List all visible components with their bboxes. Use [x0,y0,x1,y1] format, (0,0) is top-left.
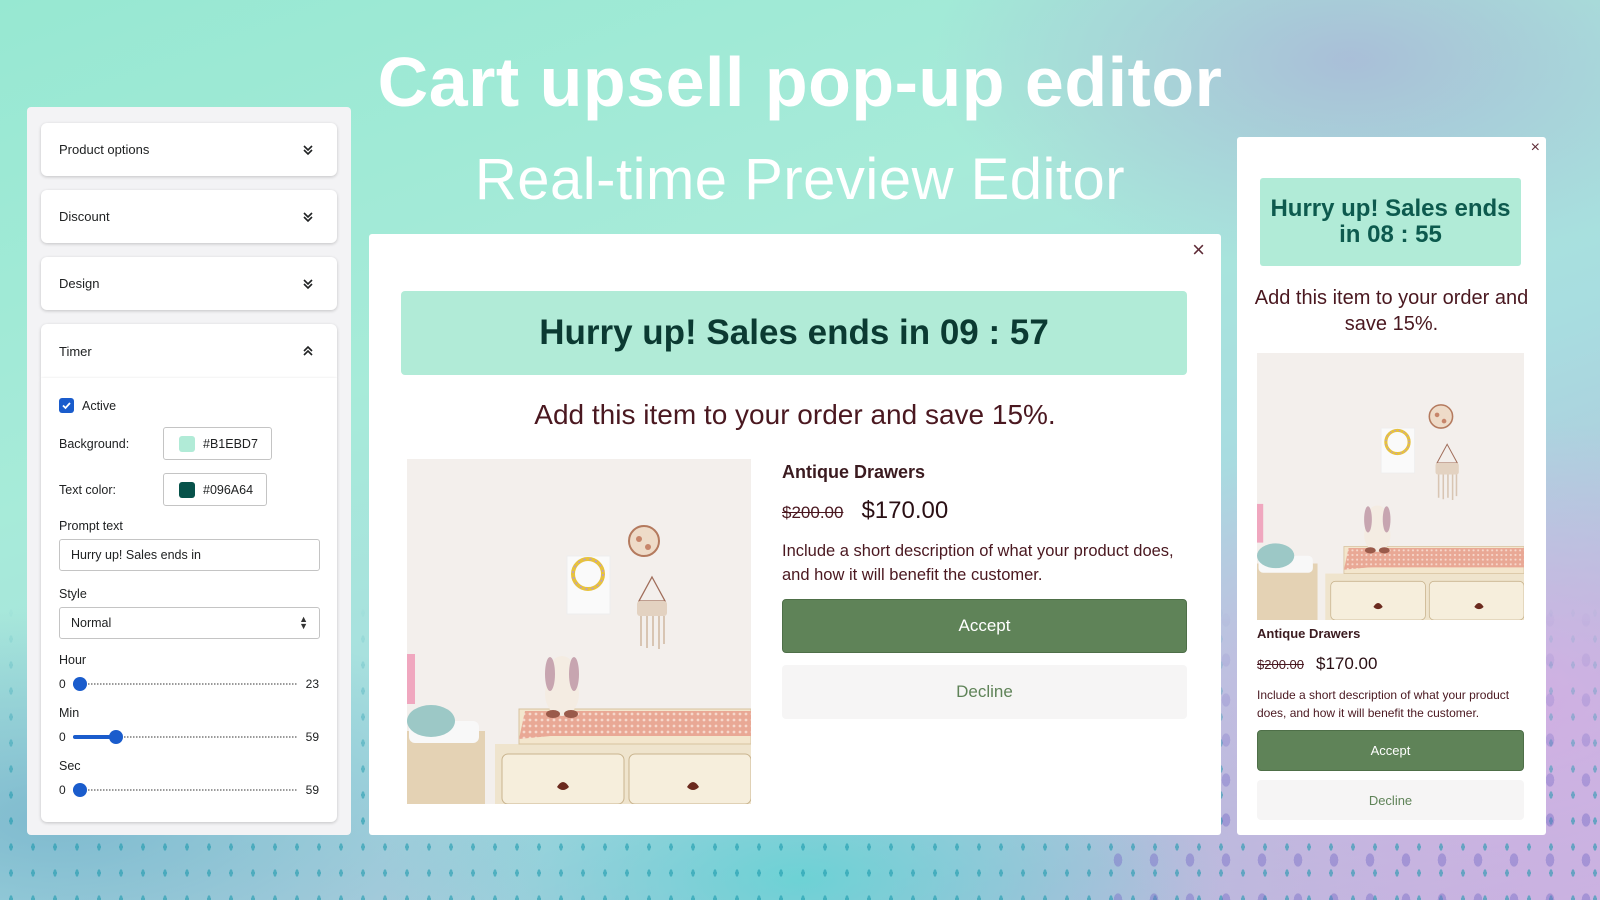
text-color-swatch [179,481,195,498]
sale-price: $170.00 [1316,654,1378,673]
accordion-timer[interactable]: Timer [41,324,337,378]
compare-at-price: $200.00 [1257,657,1304,672]
slider-min: 0 [59,783,66,797]
slider-thumb[interactable] [73,677,87,691]
editor-panel: Product options Discount Design Timer Ac… [27,107,351,835]
text-color-row: Text color: #096A64 [59,473,319,506]
slider-max: 59 [305,783,319,797]
double-chevron-down-icon [303,278,313,289]
background-label: Background: [59,436,130,451]
accept-button[interactable]: Accept [1257,730,1524,771]
accordion-design[interactable]: Design [41,257,337,310]
accordion-label: Product options [59,142,150,157]
popup-preview: × Hurry up! Sales ends in 09 : 57 Add th… [369,234,1221,835]
style-select[interactable]: Normal ▲ ▼ [59,607,320,639]
close-icon[interactable]: × [1531,140,1540,156]
product-details: Antique Drawers $200.00 $170.00 Include … [1257,626,1524,820]
product-name: Antique Drawers [1257,626,1361,641]
accept-button[interactable]: Accept [782,599,1187,653]
double-chevron-down-icon [303,144,313,155]
slider-min: 0 [59,677,66,691]
compare-at-price: $200.00 [782,503,844,522]
slider-min: 0 [59,730,66,744]
slider-thumb[interactable] [73,783,87,797]
accordion-product-options[interactable]: Product options [41,123,337,176]
prompt-text-input[interactable] [59,539,320,571]
accordion-label: Discount [59,209,110,224]
accordion-label: Design [59,276,100,291]
background-color-row: Background: #B1EBD7 [59,427,319,460]
slider-max: 59 [305,730,319,744]
min-slider[interactable] [73,730,297,744]
product-description: Include a short description of what your… [782,542,1174,584]
decline-button[interactable]: Decline [1257,780,1524,820]
product-image [1257,353,1524,620]
timer-settings: Active Background: #B1EBD7 Text color: #… [41,378,337,822]
product-name: Antique Drawers [782,462,926,482]
hour-slider-block: Hour 0 23 [59,653,319,695]
accordion-label: Timer [59,343,92,359]
text-color-picker[interactable]: #096A64 [163,473,268,506]
price-row: $200.00 $170.00 [782,497,1187,525]
sec-slider[interactable] [73,783,297,797]
hour-label: Hour [59,653,87,667]
select-updown-icon: ▲ ▼ [299,614,308,631]
slider-max: 23 [305,677,319,691]
background-color-value: #B1EBD7 [203,436,258,451]
offer-text: Add this item to your order and save 15%… [1254,287,1529,335]
timer-banner: Hurry up! Sales ends in 08 : 55 [1260,178,1521,266]
price-row: $200.00 $170.00 [1257,654,1524,674]
background-color-picker[interactable]: #B1EBD7 [163,427,272,460]
style-select-value: Normal [71,616,112,630]
sec-label: Sec [59,759,81,773]
style-label: Style [59,587,87,601]
hour-slider[interactable] [73,677,297,691]
product-details: Antique Drawers $200.00 $170.00 Include … [782,462,1187,719]
timer-banner: Hurry up! Sales ends in 09 : 57 [401,291,1187,375]
accordion-discount[interactable]: Discount [41,190,337,243]
active-label: Active [82,398,117,413]
background-color-swatch [179,435,195,452]
slider-thumb[interactable] [108,730,123,744]
double-chevron-down-icon [303,211,313,222]
active-checkbox[interactable] [59,398,74,413]
text-color-label: Text color: [59,482,116,497]
min-slider-block: Min 0 59 [59,706,319,748]
min-label: Min [59,706,80,720]
double-chevron-up-icon [303,345,313,356]
active-checkbox-row[interactable]: Active [59,398,319,413]
sale-price: $170.00 [861,497,949,524]
text-color-value: #096A64 [203,482,254,497]
prompt-text-label: Prompt text [59,519,123,533]
close-icon[interactable]: × [1192,239,1205,261]
checkmark-icon [62,402,71,410]
sec-slider-block: Sec 0 59 [59,759,319,801]
decline-button[interactable]: Decline [782,665,1187,719]
mobile-popup-preview: × Hurry up! Sales ends in 08 : 55 Add th… [1237,137,1546,835]
offer-text: Add this item to your order and save 15%… [534,399,1056,430]
product-image [407,459,751,804]
product-description: Include a short description of what your… [1257,688,1510,720]
